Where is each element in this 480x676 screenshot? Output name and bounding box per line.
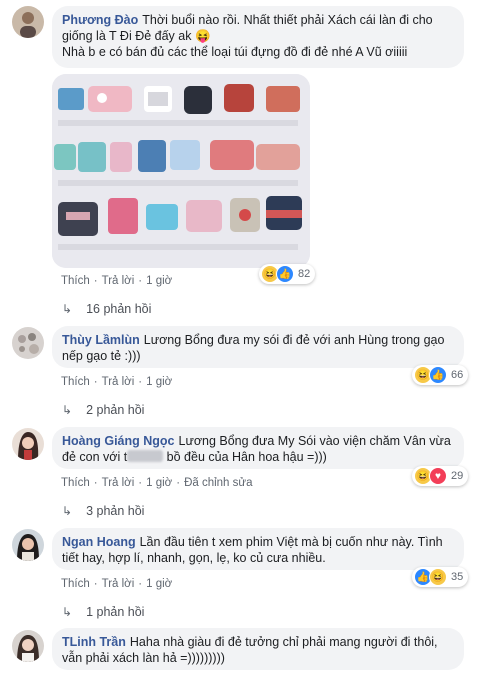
timestamp[interactable]: 1 giờ [146, 376, 172, 388]
replies-count: 2 phản hồi [86, 403, 145, 417]
comment-text-part-2: bồ đều của Hân hoa hậu =))) [163, 450, 327, 464]
comment-actions: Thích · Trả lời · 1 giờ · Đã chỉnh sửa [61, 477, 253, 489]
comment-author[interactable]: TLinh Trần [62, 635, 126, 649]
comment-actions: Thích · Trả lời · 1 giờ [61, 578, 172, 590]
comment-bubble: Hoàng Giáng Ngọc Lương Bổng đưa My Sói và… [52, 427, 464, 469]
view-replies-link[interactable]: ↳ 1 phản hồi [62, 605, 144, 619]
comment-3: Hoàng Giáng Ngọc Lương Bổng đưa My Sói và… [0, 424, 480, 524]
comment-actions: Thích · Trả lời · 1 giờ [61, 275, 172, 287]
avatar[interactable] [12, 428, 44, 460]
reaction-count: 29 [451, 470, 464, 482]
comment-actions: Thích · Trả lời · 1 giờ [61, 376, 172, 388]
timestamp[interactable]: 1 giờ [146, 477, 172, 489]
reactions-summary[interactable]: 😆 👍 82 [259, 264, 316, 284]
like-link[interactable]: Thích [61, 376, 90, 388]
comment-4: Ngan Hoang Lần đầu tiên t xem phim Việt m… [0, 525, 480, 625]
replies-count: 1 phản hồi [86, 605, 145, 619]
attached-photo[interactable] [52, 74, 310, 268]
reactions-summary[interactable]: 😆 👍 66 [412, 365, 469, 385]
separator-dot: · [138, 578, 143, 590]
avatar[interactable] [12, 529, 44, 561]
reply-link[interactable]: Trả lời [102, 376, 135, 388]
redacted-text [127, 450, 164, 462]
view-replies-link[interactable]: ↳ 16 phản hồi [62, 302, 151, 316]
comment-bubble: Thùy Lầmlùn Lương Bổng đưa my sói đi đẻ v… [52, 326, 464, 368]
reaction-count: 35 [451, 571, 464, 583]
replies-count: 16 phản hồi [86, 302, 152, 316]
separator-dot: · [93, 275, 98, 287]
like-reaction-icon: 👍 [429, 366, 447, 384]
like-link[interactable]: Thích [61, 477, 90, 489]
reaction-count: 82 [298, 268, 311, 280]
like-reaction-icon: 👍 [276, 265, 294, 283]
comment-bubble: Ngan Hoang Lần đầu tiên t xem phim Việt m… [52, 528, 464, 570]
comment-author[interactable]: Ngan Hoang [62, 535, 136, 549]
separator-dot: · [138, 376, 143, 388]
reply-arrow-icon: ↳ [62, 403, 73, 417]
separator-dot: · [176, 477, 181, 489]
avatar[interactable] [12, 630, 44, 662]
reactions-summary[interactable]: 😆 ♥ 29 [412, 466, 469, 486]
reaction-count: 66 [451, 369, 464, 381]
comment-2: Thùy Lầmlùn Lương Bổng đưa my sói đi đẻ v… [0, 323, 480, 423]
like-link[interactable]: Thích [61, 275, 90, 287]
reply-link[interactable]: Trả lời [102, 578, 135, 590]
comment-author[interactable]: Phương Đào [62, 13, 138, 27]
reactions-summary[interactable]: 👍 😆 35 [412, 567, 469, 587]
edited-label[interactable]: Đã chỉnh sửa [184, 477, 252, 489]
separator-dot: · [93, 477, 98, 489]
avatar[interactable] [12, 327, 44, 359]
reply-arrow-icon: ↳ [62, 504, 73, 518]
reply-link[interactable]: Trả lời [102, 275, 135, 287]
reply-arrow-icon: ↳ [62, 302, 73, 316]
haha-reaction-icon: 😆 [429, 568, 447, 586]
comment-bubble: TLinh Trần Haha nhà giàu đi đẻ tưởng chỉ … [52, 628, 464, 670]
reply-link[interactable]: Trả lời [102, 477, 135, 489]
avatar[interactable] [12, 6, 44, 38]
comment-author[interactable]: Hoàng Giáng Ngọc [62, 434, 175, 448]
reply-arrow-icon: ↳ [62, 605, 73, 619]
separator-dot: · [138, 477, 143, 489]
comment-1: Phương Đào Thời buổi nào rồi. Nhất thiết … [0, 0, 480, 320]
timestamp[interactable]: 1 giờ [146, 578, 172, 590]
comment-bubble: Phương Đào Thời buổi nào rồi. Nhất thiết … [52, 6, 464, 68]
view-replies-link[interactable]: ↳ 3 phản hồi [62, 504, 144, 518]
view-replies-link[interactable]: ↳ 2 phản hồi [62, 403, 144, 417]
separator-dot: · [93, 376, 98, 388]
comment-author[interactable]: Thùy Lầmlùn [62, 333, 140, 347]
timestamp[interactable]: 1 giờ [146, 275, 172, 287]
separator-dot: · [93, 578, 98, 590]
separator-dot: · [138, 275, 143, 287]
love-reaction-icon: ♥ [429, 467, 447, 485]
comment-5: TLinh Trần Haha nhà giàu đi đẻ tưởng chỉ … [0, 626, 480, 676]
like-link[interactable]: Thích [61, 578, 90, 590]
replies-count: 3 phản hồi [86, 504, 145, 518]
